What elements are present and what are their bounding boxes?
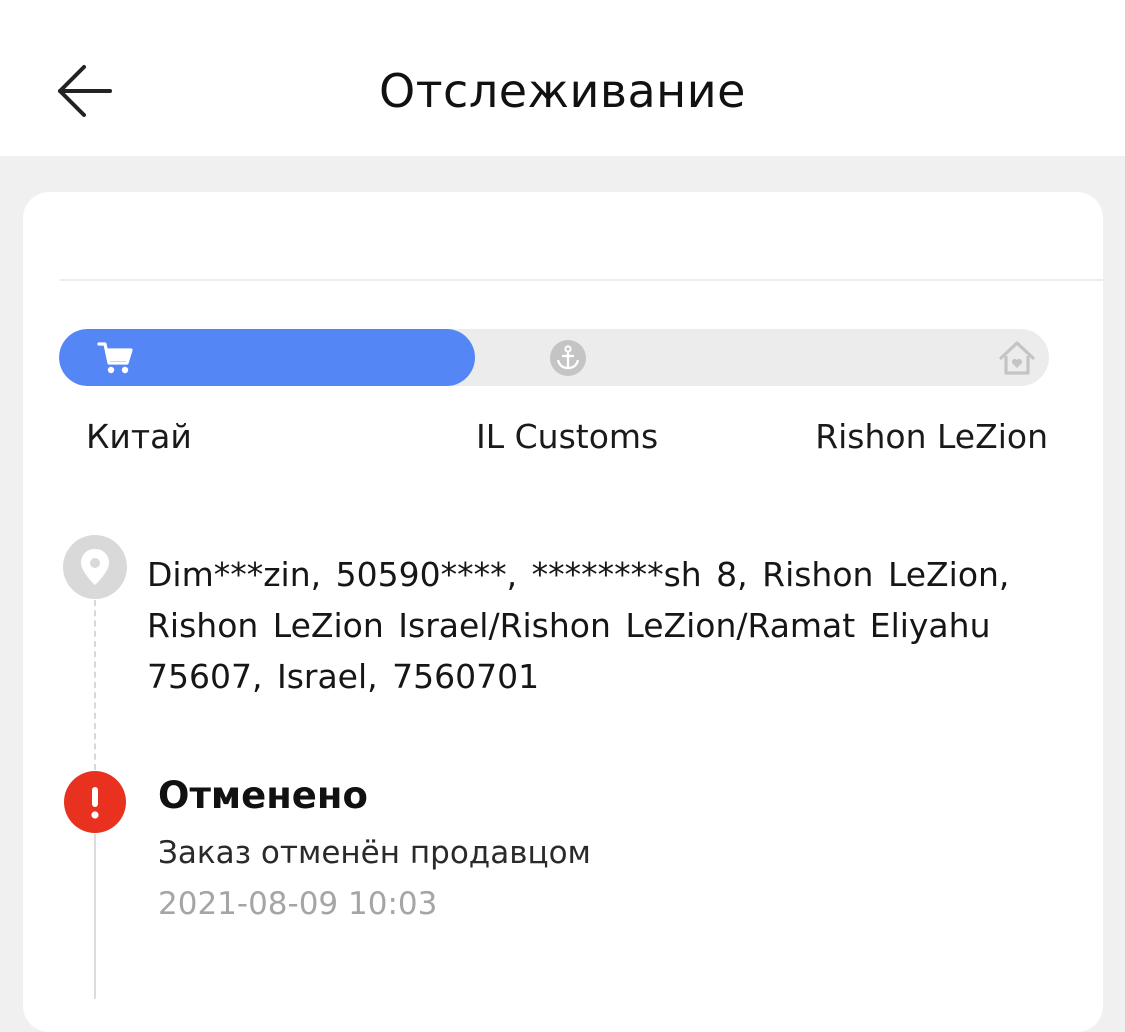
home-icon [999,341,1035,375]
event-status-marker [64,771,126,833]
event-timestamp: 2021-08-09 10:03 [158,886,438,922]
cart-icon [97,342,133,374]
delivery-address: Dim***zin, 50590****, ********sh 8, Rish… [147,555,1010,696]
location-pin-icon [81,549,109,585]
event-title: Отменено [158,774,368,817]
event-description: Заказ отменён продавцом [158,835,591,871]
timeline-connector [94,600,96,770]
divider [60,279,1103,281]
timeline-connector [94,834,96,999]
stage-label-customs: IL Customs [476,417,659,456]
page-title: Отслеживание [379,64,746,118]
app-header: Отслеживание [0,0,1125,156]
alert-icon [91,787,99,819]
anchor-icon [550,340,586,376]
address-marker [63,535,127,599]
stage-label-origin: Китай [86,417,192,456]
stage-label-destination: Rishon LeZion [815,417,1048,456]
